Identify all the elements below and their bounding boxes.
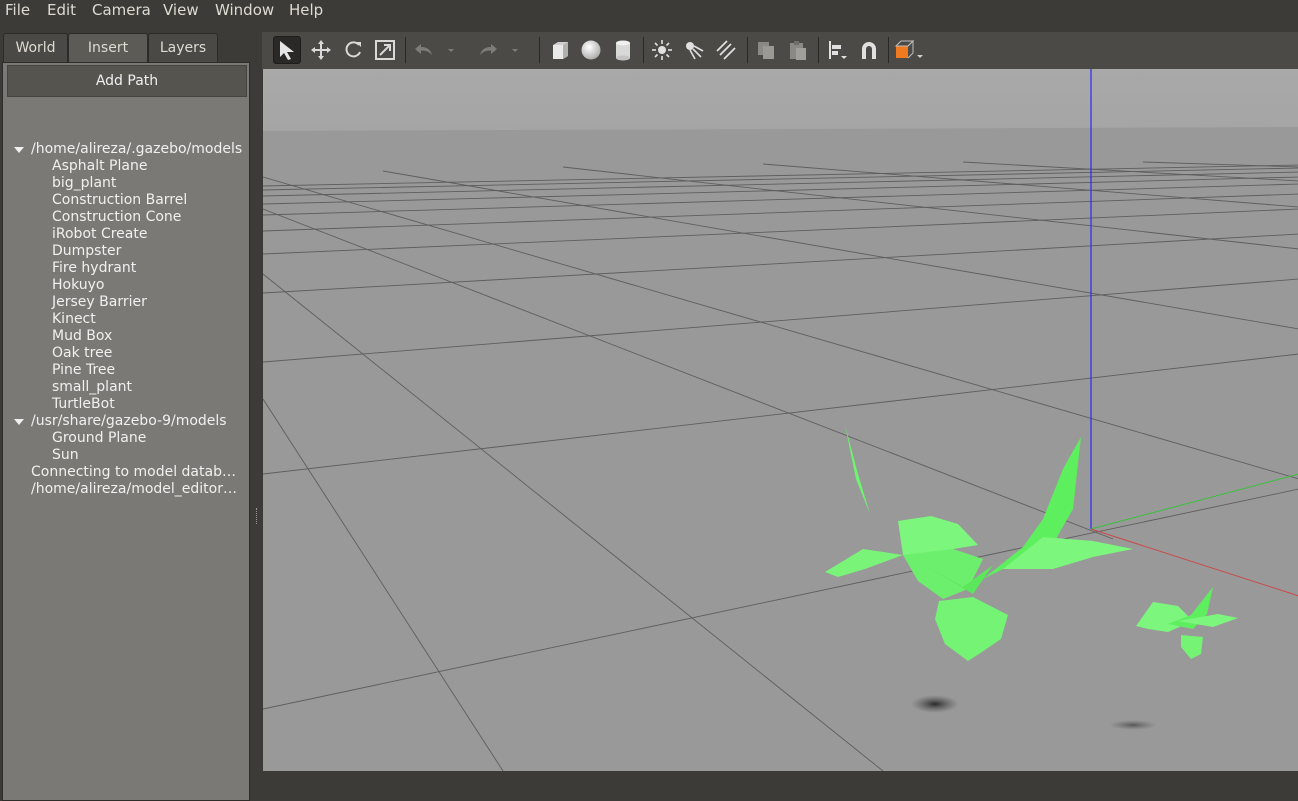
tree-item[interactable]: iRobot Create [52,226,147,243]
cylinder-button[interactable] [609,36,637,64]
toolbar-separator [539,37,540,63]
redo-history-button[interactable] [508,36,522,64]
menu-help[interactable]: Help [289,0,323,24]
scale-icon [375,40,395,60]
plant-shadow [1109,720,1157,730]
tree-item[interactable]: Construction Cone [52,209,181,226]
copy-icon [758,42,774,59]
view-cube-icon [894,39,923,59]
sky [263,69,1298,131]
paste-icon [790,41,806,60]
menu-camera[interactable]: Camera [92,0,151,24]
tree-item[interactable]: Sun [52,447,79,464]
spot-light-button[interactable] [680,36,708,64]
scene-viewport[interactable] [262,69,1298,771]
box-button[interactable] [546,36,574,64]
tree-item[interactable]: Fire hydrant [52,260,136,277]
tree-item[interactable]: Asphalt Plane [52,158,147,175]
redo-icon [480,44,497,55]
expand-arrow-icon[interactable] [14,147,24,153]
tree-item[interactable]: Construction Barrel [52,192,187,209]
change-view-button[interactable] [893,36,927,64]
undo-button[interactable] [410,36,438,64]
toolbar-separator [818,37,819,63]
tree-group-model-database[interactable]: Connecting to model databa… [31,464,243,481]
tab-layers[interactable]: Layers [148,33,218,62]
splitter-grip-icon[interactable] [256,508,259,524]
toolbar-separator [643,37,644,63]
chevron-down-icon [448,49,454,52]
paste-button[interactable] [784,36,812,64]
tree-group-system-models[interactable]: /usr/share/gazebo-9/models [31,413,243,430]
directional-light-button[interactable] [712,36,740,64]
menu-edit[interactable]: Edit [47,0,76,24]
align-icon [829,41,847,59]
tree-item[interactable]: Jersey Barrier [52,294,147,311]
tree-item[interactable]: small_plant [52,379,132,396]
tree-item[interactable]: Ground Plane [52,430,146,447]
toolbar-separator [888,37,889,63]
tree-item[interactable]: Mud Box [52,328,112,345]
tree-item[interactable]: Pine Tree [52,362,115,379]
chevron-down-icon [512,49,518,52]
redo-button[interactable] [474,36,502,64]
ground-plane [263,127,1298,771]
arrow-cursor-icon [280,41,294,60]
point-light-button[interactable] [648,36,676,64]
sun-icon [652,40,672,60]
tree-item[interactable]: Oak tree [52,345,112,362]
menu-window[interactable]: Window [215,0,274,24]
expand-arrow-icon[interactable] [14,419,24,425]
menu-file[interactable]: File [5,0,30,24]
tree-item[interactable]: TurtleBot [52,396,115,413]
cylinder-icon [616,40,630,61]
directional-light-icon [716,40,736,60]
tree-item[interactable]: Kinect [52,311,96,328]
left-pane: World Insert Layers Add Path /home/alire… [0,30,252,801]
menu-view[interactable]: View [163,0,199,24]
insert-panel: Add Path /home/alireza/.gazebo/models As… [2,62,250,801]
rotate-mode-button[interactable] [339,36,367,64]
translate-mode-button[interactable] [307,36,335,64]
sphere-icon [581,40,601,60]
copy-button[interactable] [752,36,780,64]
box-icon [553,42,568,59]
scene-canvas[interactable] [263,69,1298,771]
tree-group-home-models[interactable]: /home/alireza/.gazebo/models [31,141,243,158]
toolbar [262,32,1298,69]
menu-bar: File Edit Camera View Window Help [0,0,1298,30]
scale-mode-button[interactable] [371,36,399,64]
move-arrows-icon [311,40,331,60]
undo-history-button[interactable] [444,36,458,64]
tree-item[interactable]: Dumpster [52,243,121,260]
align-button[interactable] [823,36,851,64]
add-path-button[interactable]: Add Path [7,65,247,97]
sphere-button[interactable] [577,36,605,64]
panel-splitter[interactable] [252,30,262,771]
snap-button[interactable] [855,36,883,64]
tab-world[interactable]: World [3,33,68,62]
rotate-icon [345,41,361,58]
tree-group-model-editor[interactable]: /home/alireza/model_editor… [31,481,243,498]
toolbar-separator [747,37,748,63]
undo-icon [415,44,432,55]
tree-item[interactable]: Hokuyo [52,277,105,294]
toolbar-separator [405,37,406,63]
tab-insert[interactable]: Insert [68,33,148,62]
magnet-icon [862,42,876,59]
spot-light-icon [686,42,704,60]
select-mode-button[interactable] [273,36,301,64]
tree-item[interactable]: big_plant [52,175,116,192]
plant-shadow [911,695,959,713]
